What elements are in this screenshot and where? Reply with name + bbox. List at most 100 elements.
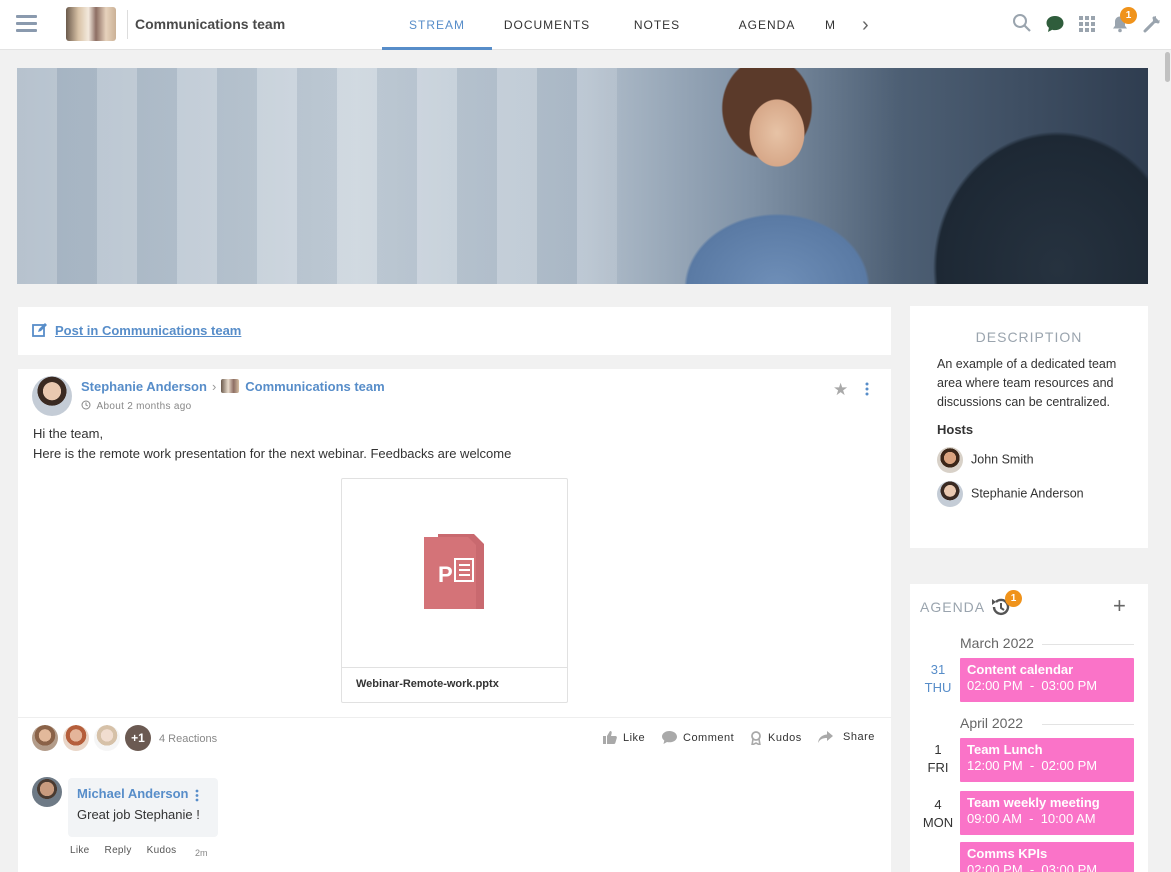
activity-time-text: About 2 months ago	[96, 401, 192, 412]
activity-card: Stephanie Anderson › Communications team A…	[18, 369, 891, 872]
apps-grid-icon[interactable]	[1079, 16, 1095, 37]
day-of-week: MON	[922, 815, 954, 830]
hamburger-menu-icon[interactable]	[16, 15, 37, 33]
space-tabs: STREAM DOCUMENTS NOTES AGENDA M	[382, 0, 842, 50]
more-menu-icon[interactable]	[865, 382, 869, 401]
event-title: Comms KPIs	[967, 846, 1048, 861]
chat-icon[interactable]	[1045, 15, 1065, 38]
comment-icon	[662, 731, 677, 744]
chevron-right-icon: ›	[211, 379, 217, 394]
tab-notes[interactable]: NOTES	[602, 0, 712, 50]
star-icon[interactable]: ★	[833, 380, 848, 400]
day-label: 4 MON	[918, 796, 958, 832]
attachment-name[interactable]: Webinar-Remote-work.pptx	[342, 667, 567, 703]
reactions-count[interactable]: 4 Reactions	[159, 733, 217, 745]
hosts-label: Hosts	[937, 422, 974, 437]
author-avatar[interactable]	[32, 376, 72, 416]
more-reactions[interactable]: +1	[125, 725, 151, 751]
activity-text-line: Here is the remote work presentation for…	[33, 446, 512, 461]
space-name[interactable]: Communications team	[135, 16, 285, 32]
post-in-space-link[interactable]: Post in Communications team	[55, 323, 241, 338]
tab-agenda[interactable]: AGENDA	[712, 0, 822, 50]
space-avatar[interactable]	[66, 7, 116, 41]
comment-time: 2m	[195, 848, 208, 858]
page-scrollbar[interactable]	[1164, 52, 1171, 872]
divider	[18, 717, 891, 718]
event-title: Content calendar	[967, 662, 1074, 677]
day-of-week: THU	[924, 680, 952, 695]
activity-body: Hi the team, Here is the remote work pre…	[33, 424, 511, 464]
comment-like-link[interactable]: Like	[70, 845, 90, 856]
author-name[interactable]: Stephanie Anderson	[81, 379, 207, 394]
comment-text: Great job Stephanie !	[77, 807, 200, 822]
comment-author[interactable]: Michael Anderson	[77, 786, 188, 801]
agenda-event[interactable]: Team Lunch 12:00 PM - 02:00 PM	[960, 738, 1134, 782]
event-title: Team Lunch	[967, 742, 1043, 757]
add-event-icon[interactable]: +	[1113, 593, 1126, 619]
top-bar: Communications team STREAM DOCUMENTS NOT…	[0, 0, 1171, 50]
edit-icon	[32, 322, 48, 343]
attachment-card[interactable]: P Webinar-Remote-work.pptx	[341, 478, 568, 703]
search-icon[interactable]	[1012, 13, 1032, 38]
description-title: DESCRIPTION	[975, 329, 1083, 345]
host-item[interactable]: John Smith	[937, 447, 1034, 473]
svg-text:P: P	[438, 562, 453, 587]
event-title: Team weekly meeting	[967, 795, 1100, 810]
space-link[interactable]: Communications team	[245, 379, 384, 394]
activity-time: About 2 months ago	[81, 400, 191, 412]
activity-header: Stephanie Anderson › Communications team	[81, 379, 385, 394]
tab-more[interactable]: M	[822, 0, 842, 50]
reaction-avatar[interactable]	[32, 725, 58, 751]
event-time: 02:00 PM - 03:00 PM	[967, 862, 1098, 872]
like-button[interactable]: Like	[603, 731, 645, 744]
clock-icon	[81, 400, 97, 412]
tab-stream[interactable]: STREAM	[382, 0, 492, 50]
reaction-avatar[interactable]	[94, 725, 120, 751]
kudos-button[interactable]: Kudos	[750, 731, 802, 745]
host-avatar	[937, 481, 963, 507]
tab-documents[interactable]: DOCUMENTS	[492, 0, 602, 50]
agenda-panel: AGENDA 1 + March 2022 31 THU Content cal…	[910, 584, 1148, 872]
host-item[interactable]: Stephanie Anderson	[937, 481, 1084, 507]
post-composer[interactable]: Post in Communications team	[18, 307, 891, 355]
notification-badge: 1	[1120, 7, 1137, 24]
month-label: March 2022	[960, 635, 1134, 651]
agenda-title[interactable]: AGENDA	[920, 599, 985, 615]
day-label: 1 FRI	[918, 741, 958, 777]
chevron-right-icon[interactable]: ›	[862, 14, 869, 37]
space-banner-image	[17, 68, 1148, 284]
powerpoint-file-icon: P	[424, 534, 484, 609]
event-time: 12:00 PM - 02:00 PM	[967, 758, 1098, 773]
day-number: 4	[934, 797, 942, 812]
space-mini-avatar	[221, 379, 240, 393]
host-name[interactable]: Stephanie Anderson	[971, 486, 1084, 500]
reaction-avatar[interactable]	[63, 725, 89, 751]
attachment-preview: P	[342, 479, 567, 667]
kudos-label: Kudos	[768, 732, 802, 744]
thumbs-up-icon	[603, 731, 617, 744]
host-avatar	[937, 447, 963, 473]
kudos-icon	[751, 731, 761, 745]
day-number: 31	[930, 662, 946, 677]
share-label: Share	[843, 731, 875, 743]
comment-reply-link[interactable]: Reply	[105, 845, 132, 856]
more-menu-icon[interactable]	[195, 789, 199, 807]
description-panel: DESCRIPTION An example of a dedicated te…	[910, 306, 1148, 548]
commenter-avatar[interactable]	[32, 777, 62, 807]
tools-icon[interactable]	[1142, 14, 1162, 39]
comment-button[interactable]: Comment	[662, 731, 734, 744]
agenda-event[interactable]: Team weekly meeting 09:00 AM - 10:00 AM	[960, 791, 1134, 835]
host-name[interactable]: John Smith	[971, 452, 1034, 466]
agenda-badge: 1	[1005, 590, 1022, 607]
divider	[127, 10, 128, 39]
comment-label: Comment	[683, 731, 735, 744]
event-time: 09:00 AM - 10:00 AM	[967, 811, 1096, 826]
comment-actions: Like Reply Kudos	[70, 845, 191, 856]
agenda-event[interactable]: Comms KPIs 02:00 PM - 03:00 PM	[960, 842, 1134, 872]
event-time: 02:00 PM - 03:00 PM	[967, 678, 1098, 693]
share-button[interactable]: Share	[818, 731, 875, 743]
month-label: April 2022	[960, 715, 1134, 731]
agenda-event[interactable]: Content calendar 02:00 PM - 03:00 PM	[960, 658, 1134, 702]
comment-kudos-link[interactable]: Kudos	[147, 845, 177, 856]
day-of-week: FRI	[927, 760, 949, 775]
